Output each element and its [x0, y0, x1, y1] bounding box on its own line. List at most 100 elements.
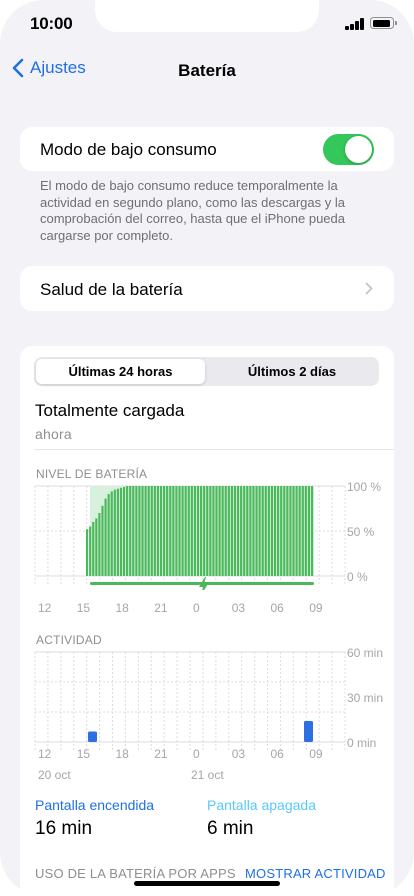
battery-bar	[95, 518, 98, 576]
status-time: 10:00	[30, 14, 73, 33]
activity-x-tick: 09	[309, 747, 323, 761]
battery-bar	[107, 494, 110, 576]
battery-bar	[267, 486, 270, 576]
show-activity-button[interactable]: MOSTRAR ACTIVIDAD	[245, 866, 386, 881]
battery-bar	[156, 486, 160, 576]
battery-x-tick: 06	[270, 601, 284, 615]
battery-bar	[304, 486, 307, 576]
activity-x-tick: 18	[115, 747, 129, 761]
battery-health-label: Salud de la batería	[40, 280, 183, 299]
battery-bar	[89, 526, 92, 576]
home-indicator	[134, 881, 280, 886]
battery-bar	[178, 486, 181, 576]
activity-label: ACTIVIDAD	[36, 633, 102, 647]
battery-bar	[147, 486, 150, 576]
battery-bar	[86, 529, 89, 576]
battery-y-tick: 50 %	[347, 525, 375, 539]
activity-y-tick: 30 min	[347, 691, 384, 705]
battery-bar	[240, 486, 243, 576]
battery-bar	[110, 491, 113, 576]
battery-bar	[264, 486, 267, 576]
battery-bar	[169, 486, 172, 576]
battery-bar	[249, 486, 252, 576]
battery-bar	[277, 486, 280, 576]
notch	[95, 0, 319, 32]
battery-usage-card	[20, 346, 394, 896]
battery-bar	[227, 486, 230, 576]
battery-bar	[280, 486, 283, 576]
battery-bar	[215, 486, 218, 576]
battery-x-tick: 21	[154, 601, 168, 615]
activity-y-tick: 0 min	[347, 736, 377, 750]
battery-bar	[230, 486, 233, 576]
activity-x-tick: 06	[270, 747, 284, 761]
activity-x-tick: 0	[193, 747, 200, 761]
battery-bar	[289, 486, 292, 576]
charge-status-title: Totalmente cargada	[35, 401, 185, 420]
screen-off-value: 6 min	[207, 818, 254, 839]
battery-bar	[258, 486, 261, 576]
battery-bar	[252, 486, 255, 576]
battery-x-tick: 0	[193, 601, 200, 615]
battery-settings-screen: 10:00 Ajustes Batería Modo de bajo consu…	[0, 0, 414, 896]
battery-bar	[233, 486, 237, 576]
battery-bar	[200, 486, 203, 576]
battery-bar	[163, 486, 166, 576]
activity-x-tick: 12	[38, 747, 52, 761]
battery-bar	[206, 486, 209, 576]
battery-bar	[261, 486, 264, 576]
activity-bar	[304, 721, 313, 742]
battery-bar	[283, 486, 286, 576]
battery-bar	[307, 486, 310, 576]
battery-bar	[221, 486, 224, 576]
activity-y-tick: 60 min	[347, 646, 384, 660]
battery-bar	[175, 486, 178, 576]
battery-bar	[122, 486, 126, 576]
battery-bar	[101, 505, 104, 576]
tab-last-2-days[interactable]: Últimos 2 días	[207, 359, 377, 384]
battery-bar	[301, 486, 304, 576]
cellular-signal-icon	[345, 18, 365, 30]
battery-bar	[286, 486, 289, 576]
battery-y-tick: 0 %	[347, 570, 368, 584]
tab-last-24-hours[interactable]: Últimas 24 horas	[36, 359, 205, 384]
battery-x-tick: 18	[115, 601, 129, 615]
charge-status-time: ahora	[35, 426, 72, 442]
battery-bar	[116, 488, 119, 576]
battery-bar	[196, 486, 200, 576]
battery-bar	[132, 486, 135, 576]
battery-bar	[273, 486, 277, 576]
battery-bar	[159, 486, 163, 576]
screen-off-label: Pantalla apagada	[207, 797, 316, 813]
battery-bar	[172, 486, 175, 576]
low-power-toggle[interactable]	[323, 134, 374, 165]
screen-on-label: Pantalla encendida	[35, 797, 155, 813]
battery-bar	[295, 486, 298, 576]
battery-bar	[181, 486, 184, 576]
navigation-bar: Ajustes Batería	[0, 52, 414, 92]
low-power-footnote: El modo de bajo consumo reduce temporalm…	[40, 178, 345, 243]
battery-x-tick: 03	[231, 601, 246, 615]
battery-health-row[interactable]: Salud de la batería	[20, 266, 394, 311]
battery-bar	[310, 486, 314, 576]
battery-bar	[113, 489, 116, 576]
status-bar: 10:00	[0, 0, 414, 48]
battery-bar	[187, 486, 190, 576]
battery-bar	[209, 486, 212, 576]
battery-bar	[190, 486, 193, 576]
battery-bar	[126, 486, 129, 576]
battery-bar	[246, 486, 249, 576]
battery-icon	[370, 17, 397, 29]
activity-x-tick: 21	[154, 747, 168, 761]
battery-bar	[224, 486, 227, 576]
battery-bar	[135, 486, 138, 576]
battery-bar	[236, 486, 240, 576]
activity-x-tick: 03	[231, 747, 246, 761]
battery-bar	[255, 486, 258, 576]
screen-on-value: 16 min	[35, 818, 93, 839]
battery-bar	[298, 486, 301, 576]
battery-bar	[292, 486, 295, 576]
battery-bar	[92, 522, 95, 576]
battery-y-tick: 100 %	[347, 480, 382, 494]
battery-bar	[98, 513, 101, 576]
